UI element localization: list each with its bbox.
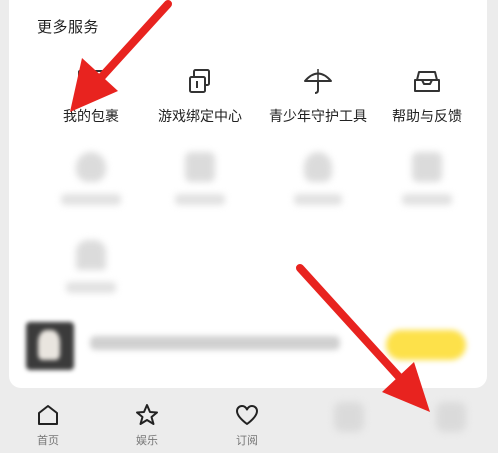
bottom-tab-bar: 首页 娱乐 订阅: [0, 390, 498, 453]
blurred-service-item[interactable]: [259, 152, 377, 205]
banner-thumbnail[interactable]: [26, 322, 74, 370]
tab-label: 订阅: [236, 434, 258, 447]
blurred-label: [66, 282, 116, 293]
tab-label: 首页: [37, 434, 59, 447]
help-inbox-icon: [414, 71, 440, 92]
blurred-icon: [76, 152, 106, 182]
service-my-package[interactable]: 我的包裹: [32, 64, 150, 126]
blurred-icon: [304, 152, 332, 182]
blurred-icon: [185, 152, 215, 182]
home-icon: [38, 405, 58, 425]
star-icon: [136, 404, 158, 425]
service-teen-guard[interactable]: 青少年守护工具: [259, 64, 377, 126]
umbrella-icon: [304, 69, 332, 94]
blurred-service-item[interactable]: [368, 152, 486, 205]
section-title: 更多服务: [37, 18, 100, 36]
tab-entertainment[interactable]: 娱乐: [122, 402, 172, 448]
blurred-icon: [412, 152, 442, 182]
blurred-label: [175, 194, 225, 205]
service-label: 我的包裹: [63, 109, 119, 125]
tab-subscribe[interactable]: 订阅: [222, 402, 272, 448]
blurred-icon: [76, 240, 106, 270]
blurred-service-item[interactable]: [32, 152, 150, 205]
service-label: 游戏绑定中心: [158, 109, 242, 125]
tab-label: 娱乐: [136, 434, 158, 447]
service-label: 青少年守护工具: [269, 109, 367, 125]
banner-action-button[interactable]: [386, 330, 466, 360]
blurred-label: [61, 194, 121, 205]
blurred-label: [402, 194, 452, 205]
blurred-service-item[interactable]: [32, 240, 150, 293]
blurred-label: [294, 194, 342, 205]
package-box-icon: [78, 70, 104, 92]
service-game-binding[interactable]: 游戏绑定中心: [141, 64, 259, 126]
link-squares-icon: [189, 69, 210, 93]
banner-text-blurred: [90, 336, 340, 350]
blurred-service-item[interactable]: [141, 152, 259, 205]
heart-icon: [236, 405, 258, 425]
service-label: 帮助与反馈: [392, 109, 462, 125]
blurred-tab-icon[interactable]: [334, 402, 364, 432]
service-help-feedback[interactable]: 帮助与反馈: [368, 64, 486, 126]
blurred-tab-icon[interactable]: [436, 402, 466, 432]
tab-home[interactable]: 首页: [23, 402, 73, 448]
